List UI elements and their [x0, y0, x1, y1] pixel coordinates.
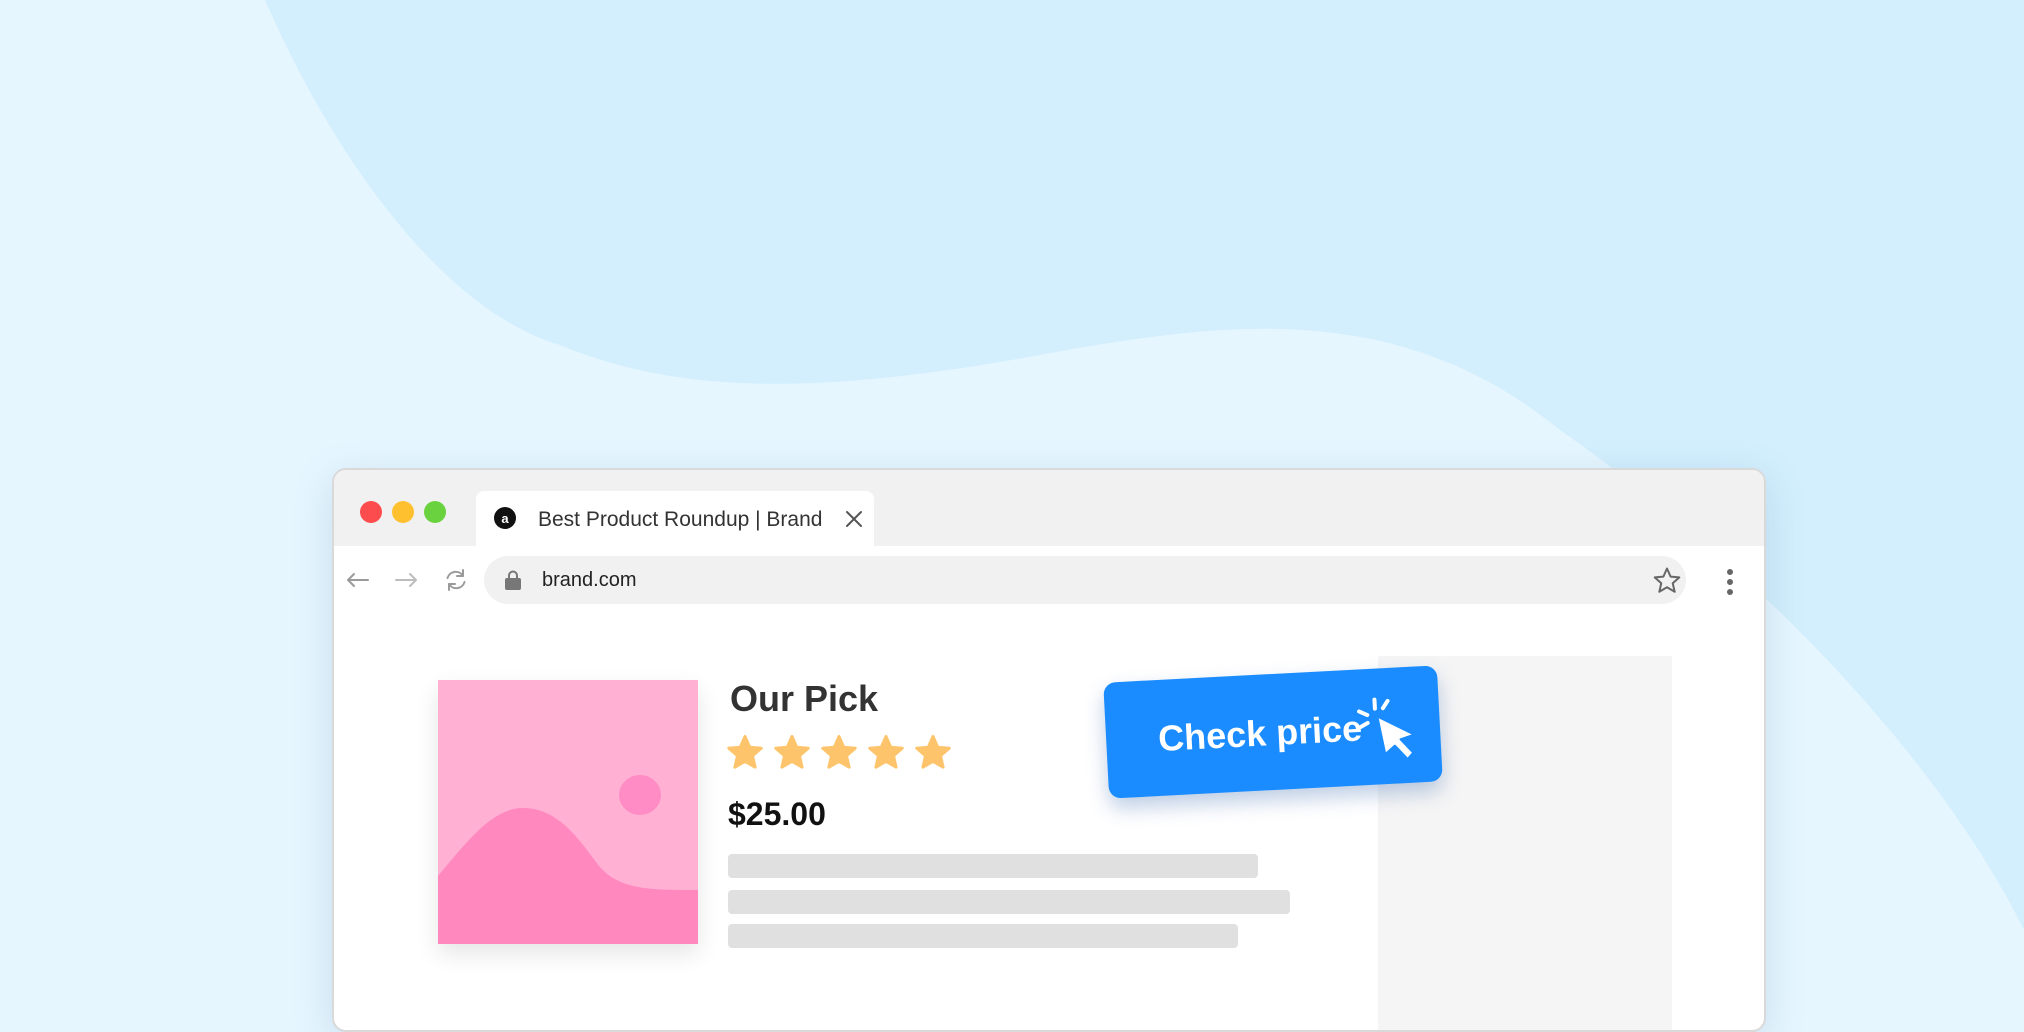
text-placeholder-line [728, 854, 1258, 878]
product-image [438, 680, 698, 944]
lock-icon [504, 570, 522, 590]
browser-toolbar: brand.com [334, 546, 1764, 610]
close-window-button[interactable] [360, 501, 382, 523]
star-icon [726, 734, 764, 772]
rating-stars [726, 734, 952, 774]
address-bar[interactable]: brand.com [484, 556, 1686, 604]
star-icon [820, 734, 858, 772]
close-icon[interactable] [844, 509, 864, 529]
check-price-button[interactable]: Check price [1103, 665, 1443, 798]
star-icon [773, 734, 811, 772]
star-icon [867, 734, 905, 772]
reload-icon[interactable] [442, 566, 470, 594]
arrow-left-icon[interactable] [344, 566, 372, 594]
browser-titlebar: a Best Product Roundup | Brand [334, 470, 1764, 546]
click-cursor-icon [1354, 692, 1428, 766]
minimize-window-button[interactable] [392, 501, 414, 523]
browser-window: a Best Product Roundup | Brand brand.com [332, 468, 1766, 1032]
favicon-icon: a [494, 507, 516, 529]
product-price: $25.00 [728, 796, 826, 833]
check-price-label: Check price [1157, 707, 1363, 760]
star-outline-icon[interactable] [1652, 566, 1682, 596]
arrow-right-icon[interactable] [392, 566, 420, 594]
text-placeholder-line [728, 924, 1238, 948]
vertical-dots-icon[interactable] [1726, 568, 1734, 596]
maximize-window-button[interactable] [424, 501, 446, 523]
text-placeholder-line [728, 890, 1290, 914]
tab-title: Best Product Roundup | Brand [538, 508, 822, 532]
browser-tab[interactable]: a Best Product Roundup | Brand [476, 491, 874, 547]
url-text[interactable]: brand.com [542, 569, 637, 592]
star-icon [914, 734, 952, 772]
product-title: Our Pick [730, 678, 878, 720]
